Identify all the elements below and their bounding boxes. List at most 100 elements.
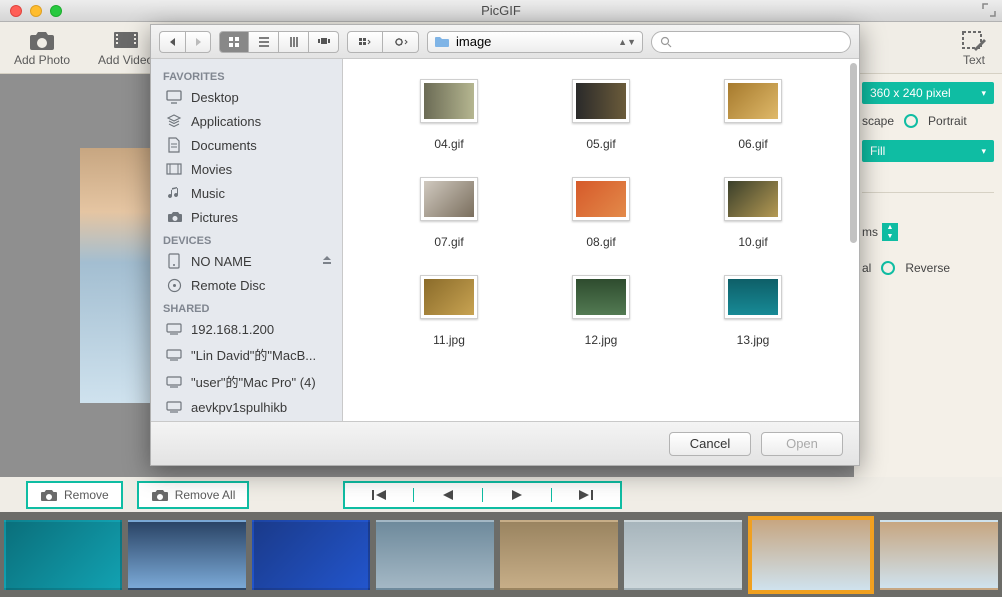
scrollbar[interactable]: [850, 63, 857, 243]
eject-icon[interactable]: [322, 255, 332, 268]
fill-dropdown[interactable]: Fill: [862, 140, 994, 162]
sidebar-item-fav-5[interactable]: Pictures: [151, 205, 342, 229]
file-thumbnail: [420, 275, 478, 319]
sidebar-item-label: "Lin David"的"MacB...: [191, 345, 316, 364]
group-button[interactable]: [347, 31, 383, 53]
sidebar-item-label: Desktop: [191, 90, 239, 105]
file-item[interactable]: 10.gif: [677, 177, 829, 249]
list-view-button[interactable]: [249, 31, 279, 53]
remove-button[interactable]: Remove: [26, 481, 123, 509]
file-thumbnail: [572, 79, 630, 123]
file-name: 11.jpg: [433, 333, 465, 347]
file-thumbnail: [420, 177, 478, 221]
file-item[interactable]: 12.jpg: [525, 275, 677, 347]
movie-icon: [165, 161, 183, 177]
size-dropdown[interactable]: 360 x 240 pixel: [862, 82, 994, 104]
close-window-button[interactable]: [10, 5, 22, 17]
file-item[interactable]: 06.gif: [677, 79, 829, 151]
sidebar-item-fav-0[interactable]: Desktop: [151, 85, 342, 109]
film-icon: [112, 29, 140, 51]
file-item[interactable]: 11.jpg: [373, 275, 525, 347]
group-arrange-segment: [347, 31, 419, 53]
action-button[interactable]: [383, 31, 419, 53]
file-name: 07.gif: [434, 235, 463, 249]
frame-thumbnail[interactable]: [4, 520, 122, 590]
frame-thumbnail[interactable]: [252, 520, 370, 590]
desktop-icon: [165, 89, 183, 105]
file-thumbnail: [572, 177, 630, 221]
next-frame-button[interactable]: [483, 483, 551, 507]
frame-thumbnail[interactable]: [128, 520, 246, 590]
reverse-label: Reverse: [905, 261, 950, 275]
add-photo-label: Add Photo: [14, 53, 70, 67]
text-label: Text: [963, 53, 985, 67]
sidebar-item-shared-0[interactable]: 192.168.1.200: [151, 317, 342, 341]
sidebar-item-fav-1[interactable]: Applications: [151, 109, 342, 133]
portrait-label: Portrait: [928, 114, 967, 128]
portrait-radio[interactable]: [904, 114, 918, 128]
frame-thumbnail[interactable]: [880, 520, 998, 590]
sidebar-item-fav-3[interactable]: Movies: [151, 157, 342, 181]
fullscreen-icon[interactable]: [982, 3, 996, 20]
frame-thumbnail[interactable]: [500, 520, 618, 590]
view-mode-segment: [219, 31, 339, 53]
back-button[interactable]: [159, 31, 185, 53]
frame-thumbnail[interactable]: [624, 520, 742, 590]
sidebar-item-shared-1[interactable]: "Lin David"的"MacB...: [151, 341, 342, 368]
forward-button[interactable]: [185, 31, 211, 53]
disk-icon: [165, 253, 183, 269]
path-dropdown[interactable]: image ▲▼: [427, 31, 643, 53]
file-item[interactable]: 05.gif: [525, 79, 677, 151]
column-view-button[interactable]: [279, 31, 309, 53]
sidebar-item-shared-2[interactable]: "user"的"Mac Pro" (4): [151, 368, 342, 395]
frame-thumbnail[interactable]: [376, 520, 494, 590]
titlebar: PicGIF: [0, 0, 1002, 22]
reverse-radio[interactable]: [881, 261, 895, 275]
open-button[interactable]: Open: [761, 432, 843, 456]
apps-icon: [165, 113, 183, 129]
thumbnail-strip: [0, 512, 1002, 597]
zoom-window-button[interactable]: [50, 5, 62, 17]
cancel-button[interactable]: Cancel: [669, 432, 751, 456]
file-thumbnail: [572, 275, 630, 319]
sidebar-item-dev-1[interactable]: Remote Disc: [151, 273, 342, 297]
icon-view-button[interactable]: [219, 31, 249, 53]
file-item[interactable]: 08.gif: [525, 177, 677, 249]
search-input[interactable]: [672, 35, 842, 49]
add-video-label: Add Video: [98, 53, 153, 67]
sidebar-item-label: "user"的"Mac Pro" (4): [191, 372, 316, 391]
file-name: 08.gif: [586, 235, 615, 249]
shared-header: SHARED: [151, 297, 342, 317]
coverflow-view-button[interactable]: [309, 31, 339, 53]
history-nav: [159, 31, 211, 53]
frame-thumbnail[interactable]: [748, 516, 874, 594]
path-label: image: [456, 34, 491, 49]
file-open-dialog: image ▲▼ FAVORITES Desktop ApplicationsDo…: [150, 24, 860, 466]
add-photo-button[interactable]: Add Photo: [0, 24, 84, 72]
first-frame-button[interactable]: [345, 483, 413, 507]
host-icon: [165, 347, 183, 363]
file-item[interactable]: 04.gif: [373, 79, 525, 151]
camera-icon: [151, 488, 169, 502]
sidebar-item-label: Music: [191, 186, 225, 201]
remove-all-button[interactable]: Remove All: [137, 481, 250, 509]
minimize-window-button[interactable]: [30, 5, 42, 17]
text-button[interactable]: Text: [946, 24, 1002, 72]
disc-icon: [165, 277, 183, 293]
favorites-header: FAVORITES: [151, 65, 342, 85]
traffic-lights: [0, 5, 62, 17]
sidebar-item-shared-3[interactable]: aevkpv1spulhikb: [151, 395, 342, 419]
search-field[interactable]: [651, 31, 851, 53]
size-value: 360 x 240 pixel: [870, 86, 951, 100]
last-frame-button[interactable]: [552, 483, 620, 507]
dialog-toolbar: image ▲▼: [151, 25, 859, 59]
file-item[interactable]: 07.gif: [373, 177, 525, 249]
prev-frame-button[interactable]: [414, 483, 482, 507]
sidebar-item-fav-4[interactable]: Music: [151, 181, 342, 205]
sidebar-item-fav-2[interactable]: Documents: [151, 133, 342, 157]
file-item[interactable]: 13.jpg: [677, 275, 829, 347]
file-thumbnail: [724, 275, 782, 319]
remove-all-label: Remove All: [175, 488, 236, 502]
duration-stepper[interactable]: ▲▼: [882, 223, 898, 241]
sidebar-item-dev-0[interactable]: NO NAME: [151, 249, 342, 273]
